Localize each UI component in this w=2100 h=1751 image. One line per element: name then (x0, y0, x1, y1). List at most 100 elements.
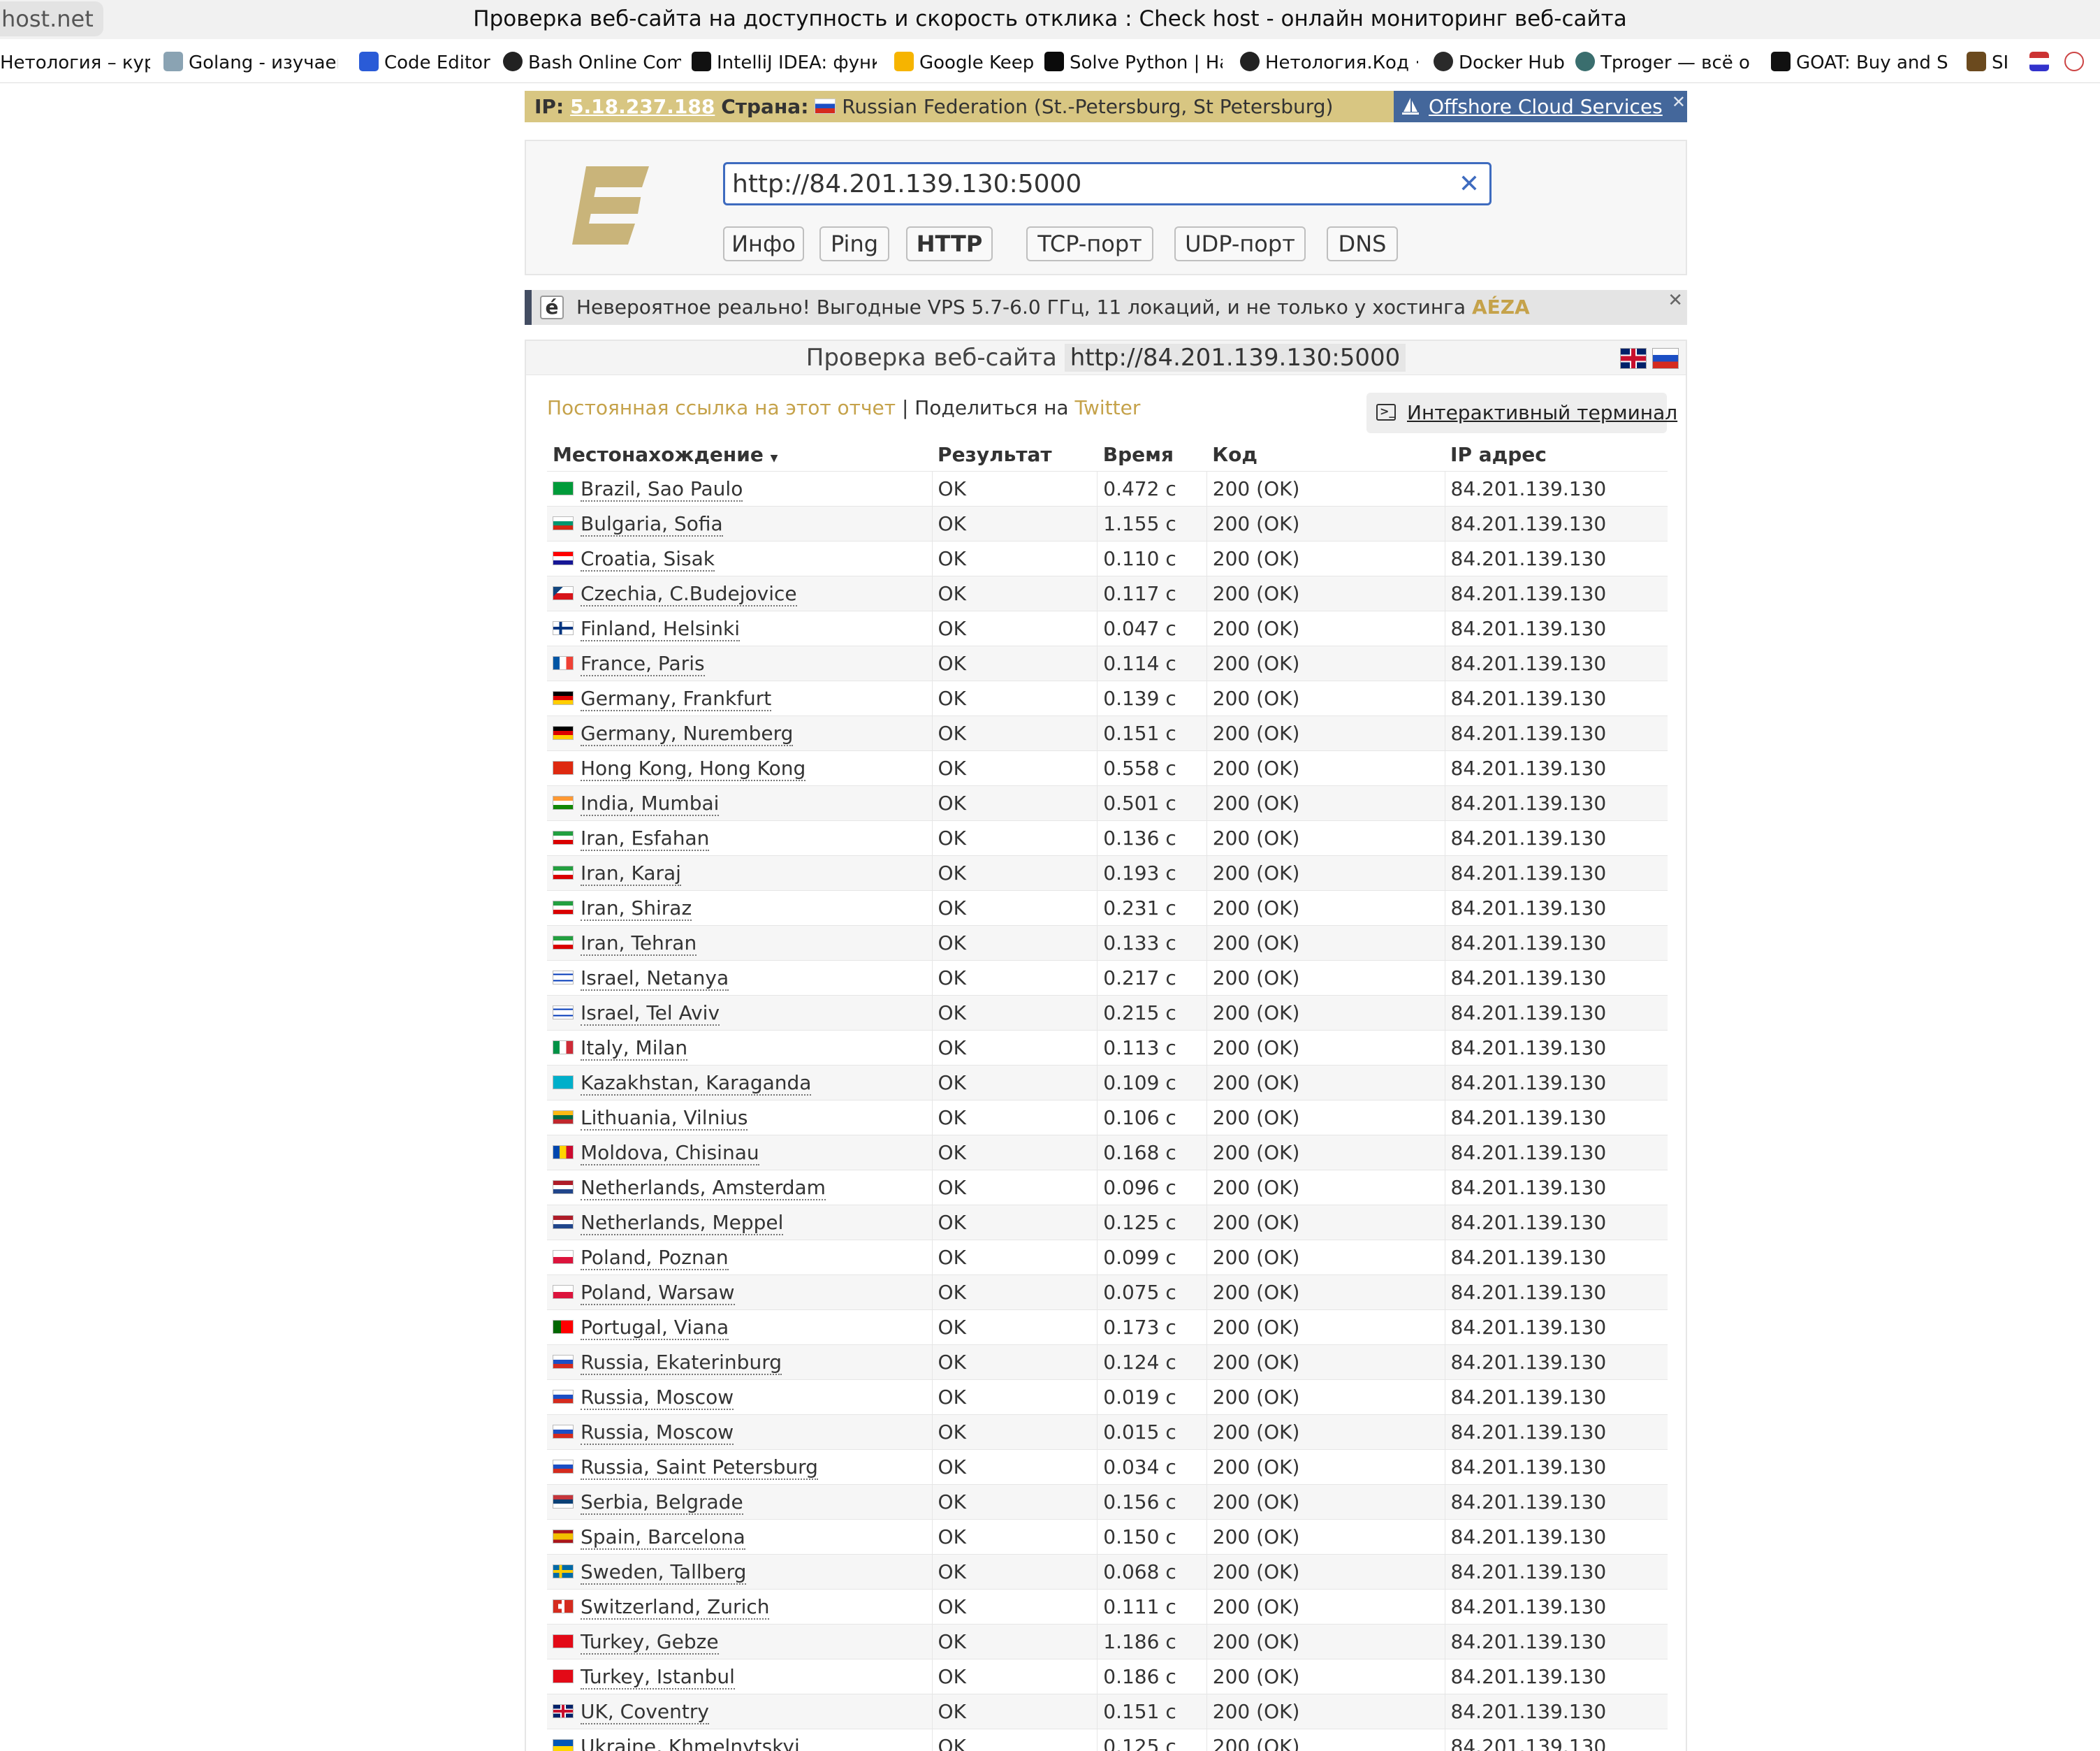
result-cell: OK (932, 1484, 1098, 1520)
twitter-link[interactable]: Twitter (1074, 396, 1140, 419)
ping-button[interactable]: Ping (819, 226, 889, 261)
result-cell: OK (932, 855, 1098, 891)
location-link[interactable]: Poland, Warsaw (581, 1281, 735, 1305)
time-cell: 0.019 с (1097, 1379, 1207, 1415)
location-link[interactable]: Serbia, Belgrade (581, 1490, 743, 1515)
url-search-field[interactable]: ✕ (723, 162, 1492, 205)
column-header-ip: IP адрес (1450, 442, 1547, 466)
location-cell: Italy, Milan (547, 1030, 933, 1066)
ad-banner[interactable]: é Невероятное реально! Выгодные VPS 5.7-… (525, 290, 1687, 325)
bookmark-item[interactable]: Bash Online Comp (503, 43, 681, 82)
table-row: Iran, Karaj OK 0.193 с 200 (OK) 84.201.139.1… (547, 855, 1668, 891)
close-icon[interactable]: ✕ (1668, 283, 1683, 318)
ad-brand[interactable]: AÉZA (1472, 296, 1530, 319)
location-link[interactable]: Sweden, Tallberg (581, 1560, 747, 1585)
location-link[interactable]: Portugal, Viana (581, 1316, 729, 1340)
location-link[interactable]: Iran, Karaj (581, 862, 681, 886)
location-link[interactable]: Brazil, Sao Paulo (581, 477, 743, 502)
location-link[interactable]: Hong Kong, Hong Kong (581, 757, 806, 781)
code-cell: 200 (OK) (1206, 1030, 1445, 1066)
bookmark-item[interactable]: Google Keep (894, 43, 1041, 82)
location-link[interactable]: Finland, Helsinki (581, 617, 741, 641)
check-panel: ✕ Инфо Ping HTTP TCP-порт UDP-порт DNS (525, 140, 1687, 275)
interactive-terminal-button[interactable]: >_ Интерактивный терминал (1366, 393, 1677, 433)
ip-cell: 84.201.139.130 (1445, 785, 1668, 821)
location-link[interactable]: Germany, Frankfurt (581, 687, 772, 711)
http-button[interactable]: HTTP (906, 226, 993, 261)
location-link[interactable]: Iran, Tehran (581, 931, 697, 956)
bookmark-item[interactable]: IntelliJ IDEA: функ (692, 43, 877, 82)
location-link[interactable]: Turkey, Istanbul (581, 1665, 735, 1690)
location-link[interactable]: Turkey, Gebze (581, 1630, 719, 1655)
location-link[interactable]: Russia, Ekaterinburg (581, 1351, 782, 1375)
location-link[interactable]: Iran, Esfahan (581, 827, 710, 851)
offshore-link[interactable]: Offshore Cloud Services (1429, 91, 1663, 122)
sort-down-icon[interactable]: ▼ (771, 453, 778, 464)
bookmark-item[interactable]: GOAT: Buy and Se (1771, 43, 1949, 82)
ip-link[interactable]: 5.18.237.188 (570, 95, 715, 118)
bookmark-item[interactable]: Tproger — всё о п (1575, 43, 1753, 82)
ip-cell: 84.201.139.130 (1445, 506, 1668, 542)
address-fragment[interactable]: host.net (0, 1, 103, 36)
result-cell: OK (932, 715, 1098, 751)
location-link[interactable]: Italy, Milan (581, 1036, 688, 1061)
location-link[interactable]: Russia, Moscow (581, 1421, 734, 1445)
bookmark-item[interactable]: Нетология – курс (0, 43, 150, 82)
close-icon[interactable]: ✕ (1672, 87, 1686, 118)
location-link[interactable]: Russia, Saint Petersburg (581, 1455, 818, 1480)
location-link[interactable]: Poland, Poznan (581, 1246, 729, 1270)
location-link[interactable]: Israel, Netanya (581, 966, 729, 991)
info-button[interactable]: Инфо (723, 226, 804, 261)
location-link[interactable]: Switzerland, Zurich (581, 1595, 770, 1620)
location-link[interactable]: Netherlands, Amsterdam (581, 1176, 826, 1200)
bookmark-item[interactable]: Solve Python | Hac (1044, 43, 1223, 82)
lt-flag-icon (553, 1110, 574, 1124)
location-cell: Croatia, Sisak (547, 541, 933, 576)
bookmark-item[interactable] (2029, 43, 2050, 82)
table-row: Italy, Milan OK 0.113 с 200 (OK) 84.201.139.… (547, 1030, 1668, 1066)
result-cell: OK (932, 1170, 1098, 1205)
location-link[interactable]: Spain, Barcelona (581, 1525, 745, 1550)
location-link[interactable]: Ukraine, Khmelnytskyi (581, 1735, 800, 1751)
column-header-location[interactable]: Местонахождение ▼ (547, 437, 932, 472)
bookmark-item[interactable]: Нетология.Код · G (1240, 43, 1418, 82)
ip-cell: 84.201.139.130 (1445, 611, 1668, 646)
tcp-port-button[interactable]: TCP-порт (1026, 226, 1153, 261)
location-link[interactable]: Lithuania, Vilnius (581, 1106, 748, 1131)
bookmark-item[interactable]: Docker Hub (1434, 43, 1566, 82)
intellij-favicon-icon (692, 51, 711, 71)
location-link[interactable]: Czechia, C.Budejovice (581, 582, 797, 606)
offshore-banner[interactable]: Offshore Cloud Services ✕ (1394, 91, 1687, 122)
location-link[interactable]: India, Mumbai (581, 792, 720, 816)
russia-flag-icon[interactable] (1652, 348, 1679, 369)
location-link[interactable]: Bulgaria, Sofia (581, 512, 723, 537)
result-cell: OK (932, 1449, 1098, 1485)
location-link[interactable]: UK, Coventry (581, 1700, 709, 1724)
udp-port-button[interactable]: UDP-порт (1174, 226, 1306, 261)
bookmark-item[interactable]: Code Editor (359, 43, 499, 82)
url-input[interactable] (732, 168, 1445, 200)
ip-cell: 84.201.139.130 (1445, 715, 1668, 751)
code-cell: 200 (OK) (1206, 611, 1445, 646)
location-link[interactable]: Moldova, Chisinau (581, 1141, 759, 1165)
column-header-time: Время (1102, 442, 1174, 466)
location-link[interactable]: Kazakhstan, Karaganda (581, 1071, 812, 1096)
uk-flag-icon[interactable] (1620, 348, 1647, 369)
bookmark-item[interactable]: SI (1967, 43, 2022, 82)
bookmark-item[interactable]: Golang - изучаем (163, 43, 338, 82)
location-link[interactable]: Israel, Tel Aviv (581, 1001, 720, 1026)
permalink-link[interactable]: Постоянная ссылка на этот отчет (547, 396, 896, 419)
time-cell: 0.193 с (1097, 855, 1207, 891)
result-cell: OK (932, 1694, 1098, 1729)
location-link[interactable]: Russia, Moscow (581, 1386, 734, 1410)
table-row: India, Mumbai OK 0.501 с 200 (OK) 84.201.139… (547, 785, 1668, 821)
dns-button[interactable]: DNS (1327, 226, 1398, 261)
location-link[interactable]: Netherlands, Meppel (581, 1211, 784, 1235)
location-link[interactable]: Iran, Shiraz (581, 896, 692, 921)
location-link[interactable]: Croatia, Sisak (581, 547, 715, 572)
clear-icon[interactable]: ✕ (1459, 168, 1480, 201)
bookmark-item[interactable] (2064, 43, 2085, 82)
result-cell: OK (932, 1065, 1098, 1100)
location-link[interactable]: France, Paris (581, 652, 705, 676)
location-link[interactable]: Germany, Nuremberg (581, 722, 794, 746)
